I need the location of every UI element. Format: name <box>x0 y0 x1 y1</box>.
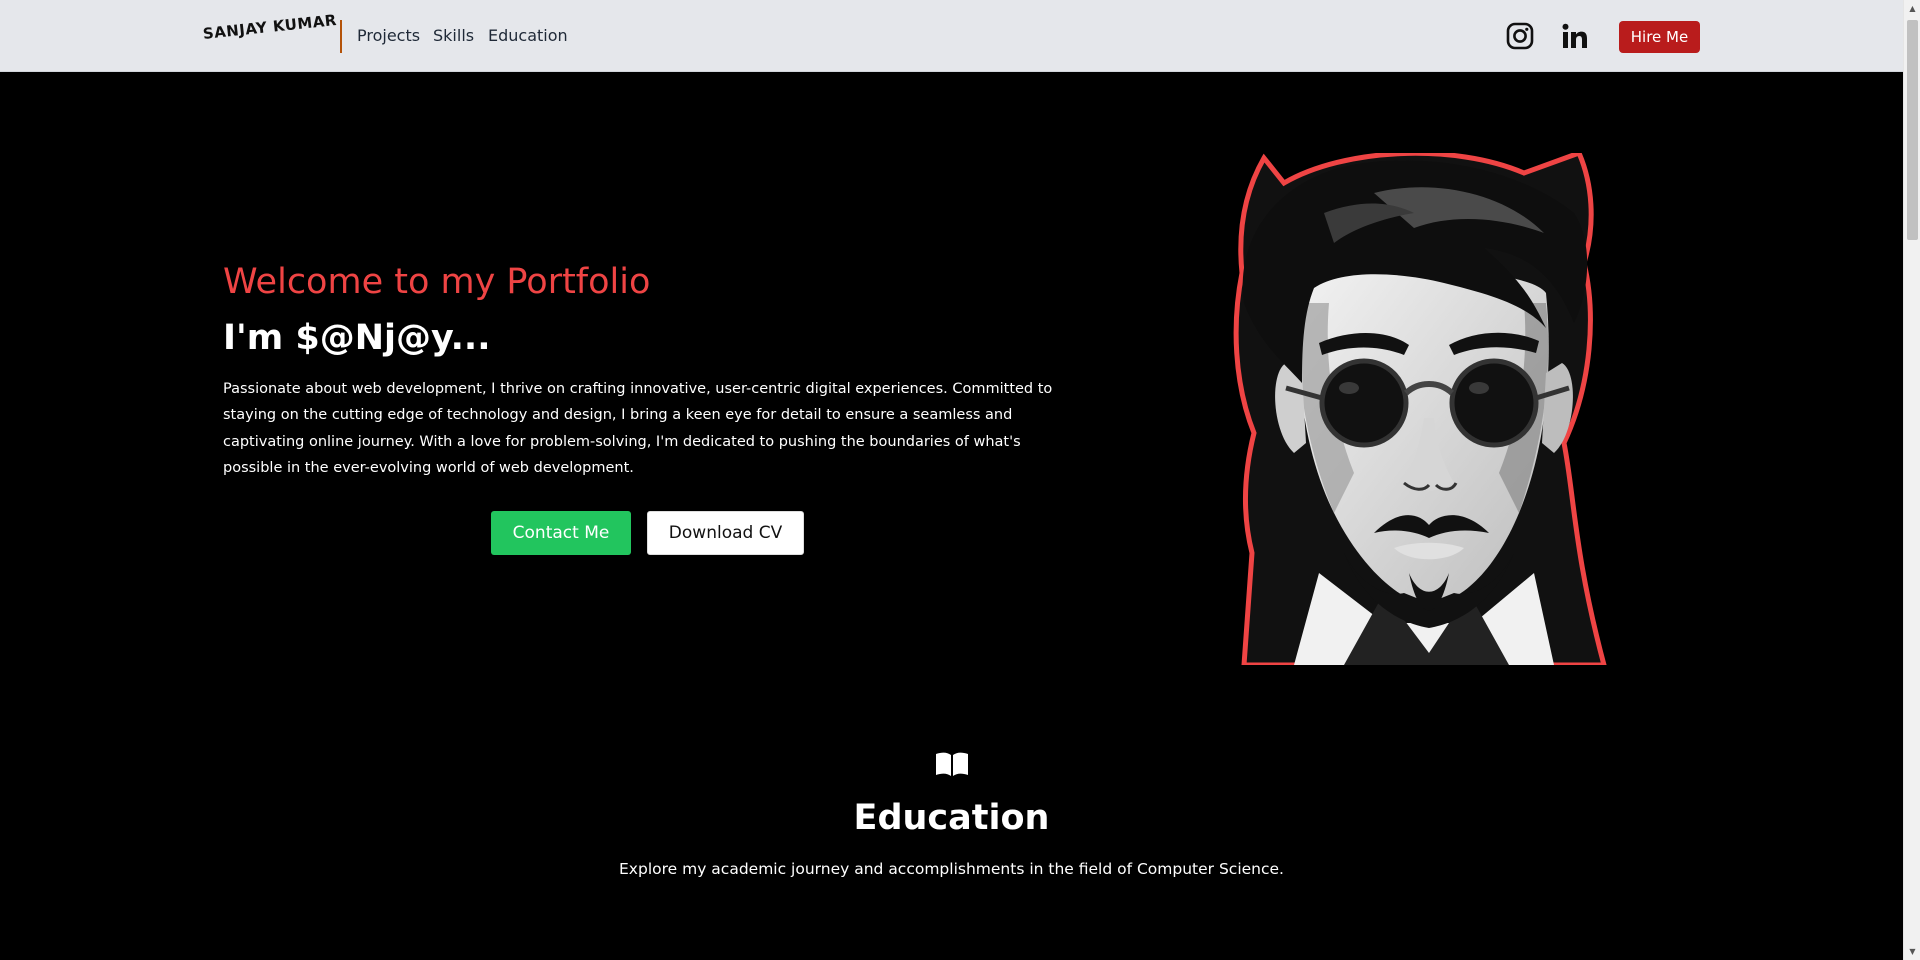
brand-divider <box>340 20 342 53</box>
instagram-icon[interactable] <box>1505 21 1535 51</box>
brand-logo[interactable]: SANJAY KUMAR <box>202 11 338 43</box>
education-title: Education <box>853 798 1050 838</box>
hire-me-button[interactable]: Hire Me <box>1619 21 1700 53</box>
portfolio-page: SANJAY KUMAR Projects Skills Education H… <box>0 0 1920 960</box>
nav-link-education[interactable]: Education <box>488 26 568 45</box>
nav-link-skills[interactable]: Skills <box>433 26 474 45</box>
intro-paragraph: Passionate about web development, I thri… <box>223 381 1053 476</box>
scroll-down-icon[interactable]: ▼ <box>1904 943 1920 960</box>
welcome-heading: Welcome to my Portfolio <box>223 262 651 302</box>
linkedin-icon[interactable] <box>1560 21 1590 51</box>
nav-link-projects[interactable]: Projects <box>357 26 420 45</box>
page-scrollbar[interactable]: ▲ ▼ <box>1903 0 1920 960</box>
scroll-up-icon[interactable]: ▲ <box>1904 0 1920 17</box>
contact-me-button[interactable]: Contact Me <box>491 511 631 555</box>
navbar: SANJAY KUMAR Projects Skills Education H… <box>0 0 1920 72</box>
download-cv-button[interactable]: Download CV <box>647 511 804 555</box>
avatar-illustration <box>1224 149 1634 668</box>
name-heading: I'm $@Nj@y... <box>223 318 491 358</box>
book-open-icon <box>934 750 970 778</box>
scroll-thumb[interactable] <box>1907 20 1918 240</box>
education-subtitle: Explore my academic journey and accompli… <box>619 860 1284 878</box>
